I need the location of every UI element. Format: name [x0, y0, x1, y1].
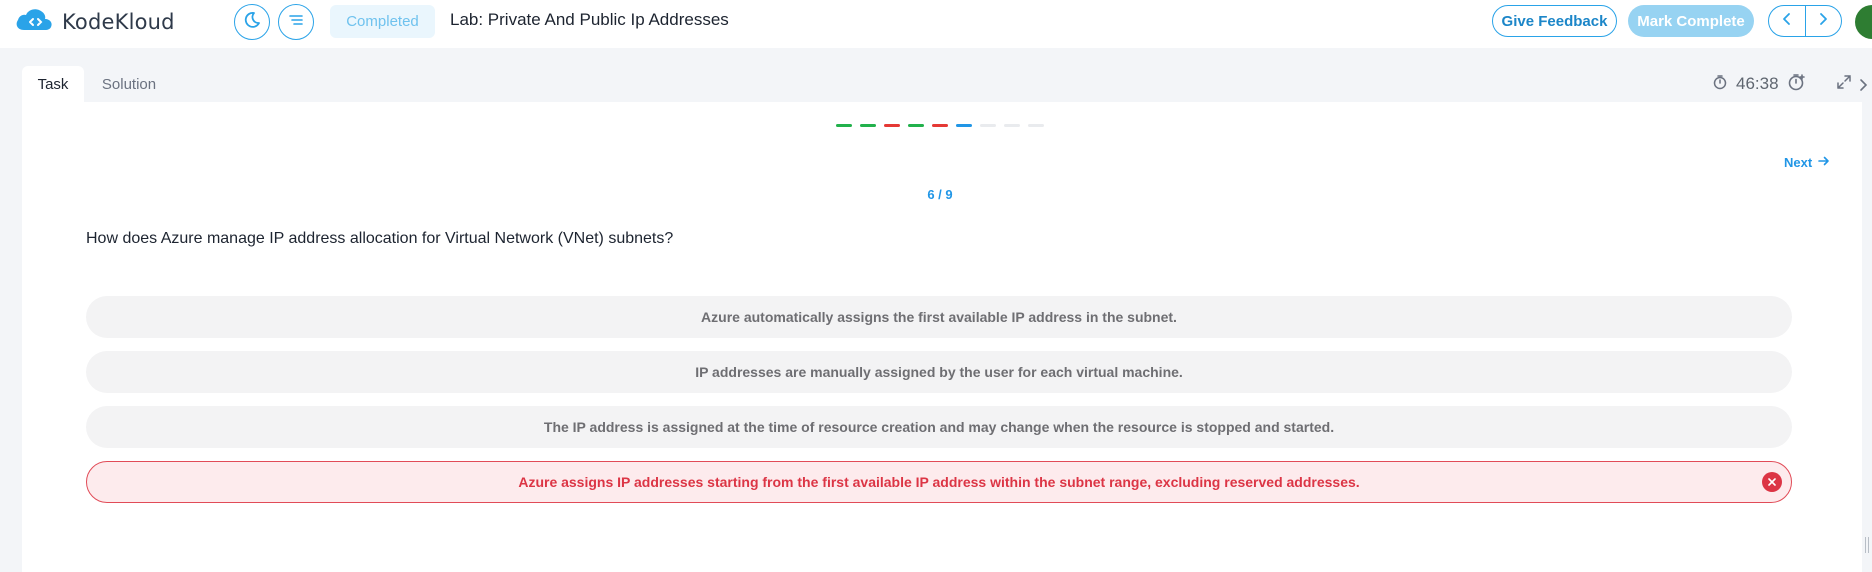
timer-value: 46:38	[1736, 74, 1779, 93]
moon-icon	[243, 11, 261, 34]
stopwatch-icon	[1712, 74, 1728, 95]
tab-task[interactable]: Task	[22, 66, 84, 102]
question-text: How does Azure manage IP address allocat…	[86, 230, 674, 247]
status-badge: Completed	[330, 5, 435, 38]
next-question-link[interactable]: Next	[1784, 155, 1830, 170]
lab-nav	[1768, 5, 1842, 37]
page-title: Lab: Private And Public Ip Addresses	[450, 10, 729, 29]
menu-button[interactable]	[278, 4, 314, 40]
chevron-right-icon[interactable]	[1858, 78, 1868, 97]
list-icon	[287, 11, 305, 34]
question-counter: 6 / 9	[927, 187, 953, 202]
progress-dash	[860, 124, 876, 127]
answer-option[interactable]: Azure automatically assigns the first av…	[86, 296, 1792, 338]
progress-dash	[1028, 124, 1044, 127]
option-text: Azure automatically assigns the first av…	[701, 309, 1177, 325]
avatar[interactable]	[1855, 5, 1872, 39]
add-time-icon[interactable]	[1787, 72, 1807, 97]
timer: 46:38	[1712, 72, 1807, 96]
top-bar: KodeKloud Completed Lab: Private And Pub…	[0, 0, 1872, 48]
expand-icon[interactable]	[1836, 74, 1852, 95]
progress-dash	[932, 124, 948, 127]
tab-solution[interactable]: Solution	[92, 66, 166, 102]
give-feedback-button[interactable]: Give Feedback	[1492, 5, 1617, 37]
next-lab-button[interactable]	[1804, 6, 1842, 36]
tab-bar	[22, 66, 1862, 102]
close-icon	[1762, 472, 1782, 492]
cloud-code-icon	[14, 6, 54, 39]
option-text: The IP address is assigned at the time o…	[543, 419, 1335, 435]
mark-complete-button[interactable]: Mark Complete	[1628, 5, 1754, 37]
logo-text: KodeKloud	[62, 10, 175, 34]
progress-dash	[908, 124, 924, 127]
previous-button[interactable]	[1769, 6, 1805, 36]
kodekloud-logo[interactable]: KodeKloud	[14, 8, 175, 36]
progress-dash	[956, 124, 972, 127]
answer-option-selected-wrong[interactable]: Azure assigns IP addresses starting from…	[86, 461, 1792, 503]
progress-dash	[980, 124, 996, 127]
progress-dash	[1004, 124, 1020, 127]
chevron-left-icon	[1781, 12, 1793, 31]
chevron-right-icon	[1817, 12, 1829, 31]
resize-handle-icon[interactable]	[1864, 536, 1870, 559]
progress-dash	[884, 124, 900, 127]
answer-option[interactable]: IP addresses are manually assigned by th…	[86, 351, 1792, 393]
answer-option[interactable]: The IP address is assigned at the time o…	[86, 406, 1792, 448]
progress-dash	[836, 124, 852, 127]
arrow-right-icon	[1818, 155, 1830, 170]
dark-mode-toggle[interactable]	[234, 4, 270, 40]
option-text: Azure assigns IP addresses starting from…	[518, 474, 1360, 490]
option-text: IP addresses are manually assigned by th…	[695, 364, 1183, 380]
next-label: Next	[1784, 155, 1813, 170]
question-progress	[836, 124, 1044, 128]
